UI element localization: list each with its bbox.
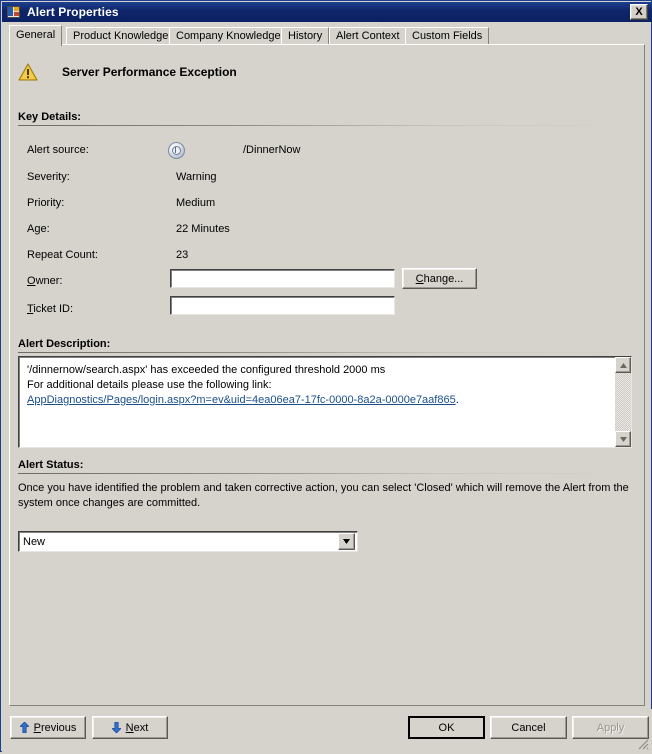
dialog-button-bar: Previous Next OK Cancel Apply	[2, 709, 652, 752]
alert-status-selected-value: New	[23, 535, 46, 548]
tab-company-knowledge[interactable]: Company Knowledge	[169, 27, 288, 45]
owner-input[interactable]	[170, 269, 395, 288]
next-button-label: Next	[125, 721, 149, 734]
alert-description-text: '/dinnernow/search.aspx' has exceeded th…	[19, 357, 631, 412]
diagnostics-link[interactable]: AppDiagnostics/Pages/login.aspx?m=ev&uid…	[27, 394, 456, 406]
scroll-up-arrow-icon[interactable]	[615, 357, 631, 373]
detail-value-alert-source-wrap: /DinnerNow	[243, 144, 300, 156]
alert-status-heading: Alert Status:	[18, 459, 84, 471]
alert-source-icon	[168, 142, 185, 159]
alert-status-help-text: Once you have identified the problem and…	[18, 482, 629, 509]
alert-header: Server Performance Exception	[18, 63, 237, 81]
description-scrollbar[interactable]	[615, 357, 631, 447]
alert-description-box[interactable]: '/dinnernow/search.aspx' has exceeded th…	[18, 356, 632, 448]
scroll-down-arrow-icon[interactable]	[615, 431, 631, 447]
tab-custom-fields[interactable]: Custom Fields	[405, 27, 490, 45]
ticket-label: Ticket ID:	[27, 303, 74, 315]
alert-status-dropdown[interactable]: New	[18, 531, 358, 552]
detail-label-alert-source: Alert source:	[27, 144, 89, 156]
tab-general[interactable]: General	[9, 25, 63, 46]
general-tab-panel: Server Performance Exception Key Details…	[9, 44, 645, 706]
detail-value-age: 22 Minutes	[176, 223, 230, 235]
alert-status-section: Alert Status:	[18, 459, 628, 474]
chevron-down-icon[interactable]	[338, 533, 355, 550]
properties-window-icon	[6, 5, 22, 20]
detail-value-priority: Medium	[176, 197, 216, 209]
tab-product-knowledge[interactable]: Product Knowledge	[66, 27, 176, 45]
alert-description-heading: Alert Description:	[18, 338, 111, 350]
alert-status-rule	[18, 473, 628, 474]
alert-properties-window: Alert Properties X General Product Knowl…	[0, 0, 652, 752]
description-line-1: '/dinnernow/search.aspx' has exceeded th…	[27, 364, 386, 376]
owner-label: Owner:	[27, 275, 63, 287]
detail-value-severity: Warning	[176, 171, 217, 183]
resize-grip-icon[interactable]	[636, 737, 650, 751]
change-owner-button[interactable]: Change...	[402, 268, 477, 289]
link-suffix: .	[455, 394, 459, 406]
close-icon[interactable]: X	[630, 4, 648, 20]
cancel-button[interactable]: Cancel	[490, 716, 567, 739]
key-details-section: Key Details:	[18, 111, 628, 126]
next-button[interactable]: Next	[92, 716, 168, 739]
alert-description-section: Alert Description:	[18, 338, 628, 353]
tab-strip: General Product Knowledge Company Knowle…	[9, 25, 645, 46]
detail-label-severity: Severity:	[27, 171, 70, 183]
tab-alert-context[interactable]: Alert Context	[329, 27, 407, 45]
detail-value-alert-source: /DinnerNow	[243, 144, 301, 156]
owner-label-rest: wner:	[35, 275, 63, 287]
detail-value-repeat-count: 23	[176, 249, 189, 261]
arrow-up-icon	[19, 721, 29, 734]
previous-button-label: Previous	[33, 721, 77, 734]
title-bar: Alert Properties X	[2, 2, 652, 22]
window-title: Alert Properties	[27, 5, 119, 19]
warning-triangle-icon	[18, 63, 38, 81]
detail-label-priority: Priority:	[27, 197, 65, 209]
tab-history[interactable]: History	[281, 27, 330, 45]
detail-label-repeat-count: Repeat Count:	[27, 249, 98, 261]
key-details-rule	[18, 125, 628, 126]
alert-description-rule	[18, 352, 628, 353]
description-line-2: For additional details please use the fo…	[27, 379, 272, 391]
alert-title: Server Performance Exception	[62, 65, 237, 79]
key-details-heading: Key Details:	[18, 111, 81, 123]
apply-button: Apply	[572, 716, 649, 739]
ok-button[interactable]: OK	[408, 716, 485, 739]
ticket-id-input[interactable]	[170, 296, 395, 315]
detail-label-age: Age:	[27, 223, 50, 235]
previous-button[interactable]: Previous	[10, 716, 86, 739]
arrow-down-icon	[111, 721, 122, 734]
